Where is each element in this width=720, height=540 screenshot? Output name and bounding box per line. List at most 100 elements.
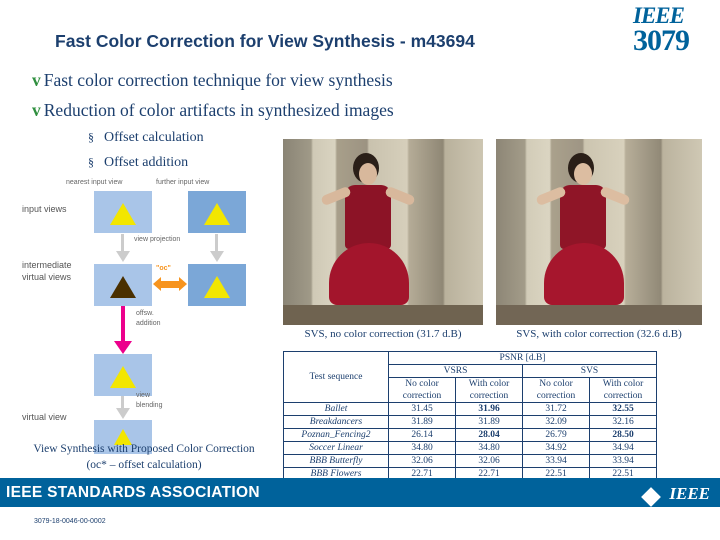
diagram-small-label-offsw: offsw. bbox=[136, 310, 154, 317]
table-cell-value: 31.96 bbox=[455, 402, 523, 416]
table-header-col-1: No color correction bbox=[388, 377, 456, 403]
bullet-marker-icon: v bbox=[32, 70, 41, 90]
table-cell-sequence: BBB Butterfly bbox=[283, 454, 389, 468]
triangle-icon bbox=[204, 276, 230, 298]
triangle-icon bbox=[110, 203, 136, 225]
offset-addition-connector bbox=[121, 306, 125, 342]
figure-floor bbox=[496, 305, 702, 325]
diagram-label-virtual-views: virtual views bbox=[22, 272, 72, 282]
diagram-box-corrected-view bbox=[94, 354, 152, 396]
diagram-small-label-view-projection: view projection bbox=[134, 236, 181, 243]
table-row: Breakdancers 31.89 31.89 32.09 32.16 bbox=[283, 415, 657, 429]
table-cell-value: 34.80 bbox=[388, 441, 456, 455]
diagram-small-label-blending: blending bbox=[136, 402, 163, 409]
table-cell-value: 31.89 bbox=[455, 415, 523, 429]
figure-floor bbox=[283, 305, 483, 325]
table-cell-sequence: Soccer Linear bbox=[283, 441, 389, 455]
psnr-results-table: Test sequence PSNR [d.B] VSRS SVS No col… bbox=[283, 351, 657, 481]
footer-ieee-logo: IEEE bbox=[669, 484, 710, 503]
table-cell-value: 34.92 bbox=[522, 441, 590, 455]
table-cell-value: 32.55 bbox=[589, 402, 657, 416]
table-cell-value: 31.45 bbox=[388, 402, 456, 416]
diagram-small-label-nearest-input-view: nearest input view bbox=[66, 179, 123, 186]
table-header-col-2: With color correction bbox=[455, 377, 523, 403]
table-cell-value: 31.89 bbox=[388, 415, 456, 429]
diagram-box-nearest-input-view bbox=[94, 191, 152, 233]
figure-face bbox=[359, 163, 377, 185]
view-synthesis-diagram: nearest input view further input view in… bbox=[6, 176, 278, 454]
table-cell-value: 26.14 bbox=[388, 428, 456, 442]
sub-bullet-text-1: Offset calculation bbox=[104, 130, 204, 145]
sub-bullet-marker-icon: § bbox=[88, 155, 94, 169]
figure-skirt bbox=[544, 243, 624, 305]
table-row: Ballet 31.45 31.96 31.72 32.55 bbox=[283, 402, 657, 416]
image-svs-with-correction bbox=[496, 139, 702, 325]
arrow-right-icon bbox=[179, 277, 187, 291]
diagram-label-virtual-view: virtual view bbox=[22, 412, 67, 422]
document-id: 3079-18-0046-00-0002 bbox=[34, 518, 106, 525]
table-header-test-sequence: Test sequence bbox=[283, 351, 389, 403]
diagram-small-label-oc: "oc" bbox=[156, 265, 171, 272]
diagram-caption-line1: View Synthesis with Proposed Color Corre… bbox=[33, 443, 255, 455]
arrow-down-icon bbox=[210, 251, 224, 262]
table-cell-value: 32.06 bbox=[388, 454, 456, 468]
table-header-group-svs: SVS bbox=[522, 364, 657, 378]
table-cell-value: 28.50 bbox=[589, 428, 657, 442]
table-row: Soccer Linear 34.80 34.80 34.92 34.94 bbox=[283, 441, 657, 455]
table-cell-value: 32.16 bbox=[589, 415, 657, 429]
bullet-text-2: Reduction of color artifacts in synthesi… bbox=[43, 100, 394, 120]
diagram-label-intermediate: intermediate bbox=[22, 260, 72, 270]
diagram-connector-left bbox=[121, 234, 124, 252]
diagram-small-label-further-input-view: further input view bbox=[156, 179, 210, 186]
arrow-down-icon bbox=[116, 251, 130, 262]
bullet-marker-icon: v bbox=[32, 100, 41, 120]
table-header-group-vsrs: VSRS bbox=[388, 364, 523, 378]
table-cell-value: 33.94 bbox=[522, 454, 590, 468]
figure-bodice bbox=[345, 185, 391, 249]
table-cell-value: 32.06 bbox=[455, 454, 523, 468]
diagram-box-intermediate-left bbox=[94, 264, 152, 306]
table-cell-value: 31.72 bbox=[522, 402, 590, 416]
arrow-left-icon bbox=[153, 277, 161, 291]
footer-association-label: IEEE STANDARDS ASSOCIATION bbox=[6, 484, 260, 501]
ieee-logo: IEEE 3079 bbox=[633, 4, 715, 57]
triangle-icon bbox=[110, 366, 136, 388]
table-cell-value: 33.94 bbox=[589, 454, 657, 468]
table-header-col-3: No color correction bbox=[522, 377, 590, 403]
diagram-caption-line2: (oc* – offset calculation) bbox=[86, 459, 202, 471]
table-row-header-psnr: Test sequence PSNR [d.B] bbox=[283, 351, 657, 403]
diagram-label-input-views: input views bbox=[22, 204, 67, 214]
page-title: Fast Color Correction for View Synthesis… bbox=[55, 31, 475, 51]
bullet-item-2: v Reduction of color artifacts in synthes… bbox=[32, 100, 394, 121]
table-cell-value: 34.80 bbox=[455, 441, 523, 455]
figure-bodice bbox=[560, 185, 606, 249]
arrow-down-pink-icon bbox=[114, 341, 132, 354]
diagram-connector-right bbox=[215, 234, 218, 252]
table-cell-sequence: Ballet bbox=[283, 402, 389, 416]
image-caption-no-correction: SVS, no color correction (31.7 d.B) bbox=[304, 328, 462, 340]
image-svs-no-correction bbox=[283, 139, 483, 325]
diagram-small-label-view: view bbox=[136, 392, 151, 399]
triangle-dark-icon bbox=[110, 276, 136, 298]
bullet-text-1: Fast color correction technique for view… bbox=[43, 70, 393, 90]
table-cell-value: 28.04 bbox=[455, 428, 523, 442]
table-cell-value: 32.09 bbox=[522, 415, 590, 429]
table-header-col-4: With color correction bbox=[589, 377, 657, 403]
triangle-icon bbox=[204, 203, 230, 225]
image-caption-with-correction: SVS, with color correction (32.6 d.B) bbox=[516, 328, 682, 340]
table-cell-sequence: Poznan_Fencing2 bbox=[283, 428, 389, 442]
bullet-item-1: v Fast color correction technique for vie… bbox=[32, 70, 393, 91]
sub-bullet-item-2: § Offset addition bbox=[88, 155, 188, 171]
sub-bullet-marker-icon: § bbox=[88, 130, 94, 144]
figure-face bbox=[574, 163, 592, 185]
sub-bullet-item-1: § Offset calculation bbox=[88, 130, 204, 146]
table-row: Poznan_Fencing2 26.14 28.04 26.79 28.50 bbox=[283, 428, 657, 442]
table-header-psnr: PSNR [d.B] bbox=[388, 351, 657, 365]
offset-calculation-connector bbox=[161, 281, 179, 288]
arrow-down-icon bbox=[116, 408, 130, 419]
ieee-logo-number: 3079 bbox=[633, 24, 690, 57]
diagram-box-further-input-view bbox=[188, 191, 246, 233]
diagram-small-label-addition: addition bbox=[136, 320, 161, 327]
table-cell-sequence: Breakdancers bbox=[283, 415, 389, 429]
table-cell-value: 34.94 bbox=[589, 441, 657, 455]
